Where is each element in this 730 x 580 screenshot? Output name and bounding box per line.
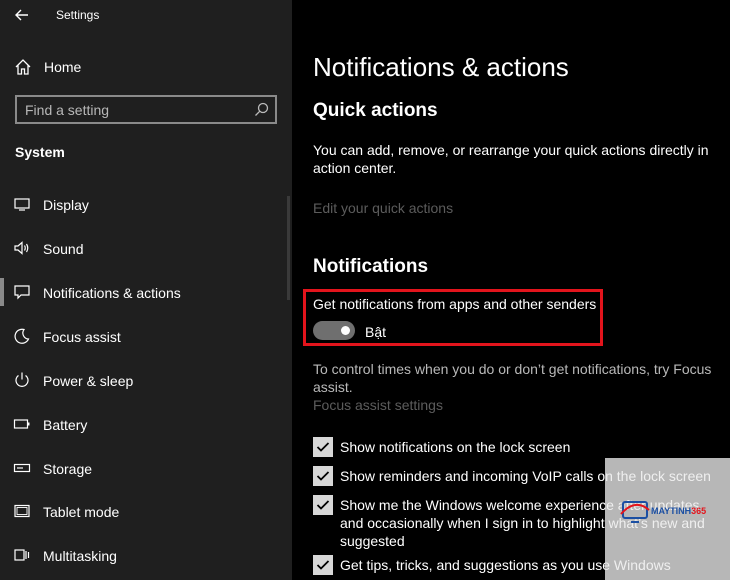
active-indicator [0, 278, 4, 306]
sidebar-item-storage[interactable]: Storage [0, 450, 292, 486]
sidebar-item-label: Storage [43, 461, 93, 477]
home-icon [15, 59, 31, 75]
watermark-brand: MAYTINH365 [651, 506, 706, 516]
sidebar-item-sound[interactable]: Sound [0, 230, 292, 266]
sidebar-item-notifications[interactable]: Notifications & actions [0, 274, 292, 310]
back-arrow-icon [15, 9, 28, 21]
search-input[interactable] [25, 101, 245, 119]
app-title: Settings [56, 8, 100, 22]
title-bar: Settings [0, 0, 292, 32]
search-icon[interactable] [254, 102, 269, 117]
sidebar-item-label: Display [43, 197, 89, 213]
storage-icon [13, 463, 31, 473]
sidebar-item-battery[interactable]: Battery [0, 406, 292, 442]
watermark-logo: MAYTINH365 [605, 458, 730, 580]
sidebar-item-home[interactable]: Home [0, 52, 292, 82]
sidebar-item-label: Tablet mode [43, 504, 120, 520]
quick-actions-description: You can add, remove, or rearrange your q… [313, 142, 709, 176]
notifications-toggle[interactable] [313, 321, 355, 340]
sidebar-item-label: Focus assist [43, 329, 121, 345]
checkbox[interactable] [313, 466, 333, 486]
search-box[interactable] [15, 95, 277, 124]
sidebar-item-label: Power & sleep [43, 373, 134, 389]
tablet-icon [14, 504, 30, 518]
moon-icon [14, 328, 30, 344]
monitor-icon [14, 198, 30, 211]
sidebar-item-label: Battery [43, 417, 88, 433]
sidebar: Settings Home System Display Sound [0, 0, 292, 580]
focus-assist-settings-link[interactable]: Focus assist settings [313, 397, 443, 413]
speaker-icon [14, 241, 29, 255]
watermark-brand-main: MAYTINH [651, 506, 692, 516]
notifications-toggle-label: Get notifications from apps and other se… [313, 296, 597, 312]
quick-actions-heading: Quick actions [313, 100, 438, 121]
battery-icon [13, 419, 30, 429]
multitasking-icon [14, 549, 30, 561]
page-title: Notifications & actions [313, 52, 569, 82]
sidebar-item-label: Sound [43, 241, 84, 257]
toggle-knob [341, 326, 350, 335]
checkmark-icon [316, 442, 330, 452]
toggle-state-label: Bật [365, 324, 387, 340]
sidebar-item-display[interactable]: Display [0, 186, 292, 222]
checkbox[interactable] [313, 437, 333, 457]
power-icon [15, 372, 29, 387]
sidebar-item-label: Home [44, 59, 82, 75]
checkmark-icon [316, 560, 330, 570]
checkbox-label: Show notifications on the lock screen [340, 439, 571, 455]
sidebar-item-power-sleep[interactable]: Power & sleep [0, 362, 292, 398]
sidebar-scrollbar[interactable] [287, 196, 290, 300]
notification-icon [14, 285, 30, 300]
sidebar-item-label: Multitasking [43, 548, 117, 564]
edit-quick-actions-link[interactable]: Edit your quick actions [313, 200, 453, 216]
checkbox[interactable] [313, 495, 333, 515]
sidebar-item-focus-assist[interactable]: Focus assist [0, 318, 292, 354]
section-label-system: System [15, 144, 65, 160]
checkmark-icon [316, 471, 330, 481]
sidebar-item-tablet-mode[interactable]: Tablet mode [0, 493, 292, 529]
focus-assist-text: To control times when you do or don’t ge… [313, 361, 712, 395]
sidebar-item-multitasking[interactable]: Multitasking [0, 537, 292, 573]
checkmark-icon [316, 500, 330, 510]
sidebar-item-label: Notifications & actions [43, 285, 181, 301]
back-button[interactable] [10, 4, 34, 26]
brand-logo-icon [620, 501, 650, 523]
checkbox[interactable] [313, 555, 333, 575]
notifications-heading: Notifications [313, 256, 429, 277]
watermark-brand-num: 365 [691, 506, 707, 516]
